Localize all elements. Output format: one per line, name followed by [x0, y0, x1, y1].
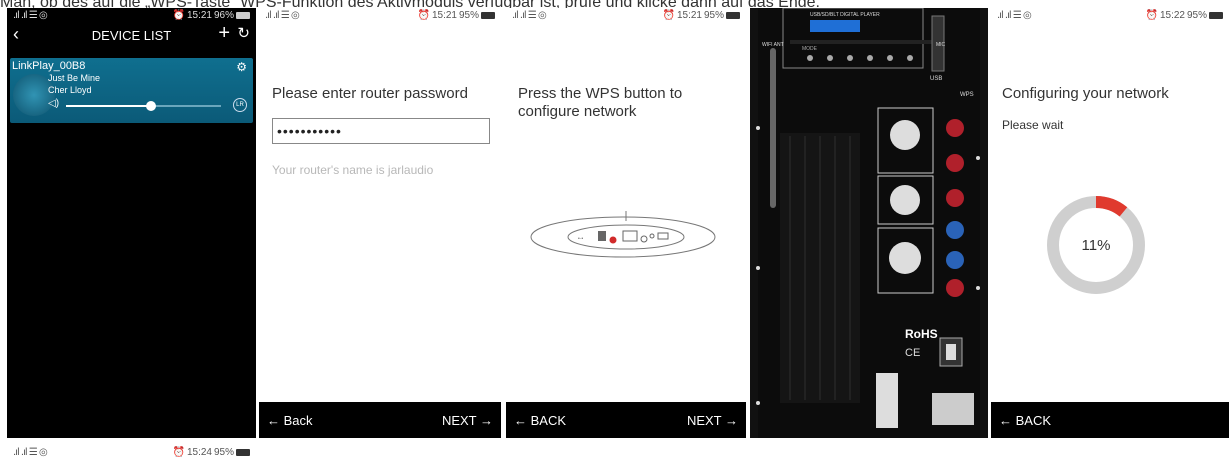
signal-icon: .ıl .ıl ☰ ◎	[13, 446, 48, 458]
mic-label: MIC	[936, 42, 946, 48]
page-title: DEVICE LIST	[91, 27, 172, 43]
signal-icon: .ıl .ıl ☰ ◎	[265, 9, 300, 21]
password-input[interactable]: •••••••••••	[272, 118, 490, 144]
device-card[interactable]: LinkPlay_00B8 ⚙ Just Be Mine Cher Lloyd …	[10, 58, 253, 123]
status-time: 15:21	[186, 9, 212, 21]
player-label: USB/SD/BLT DIGITAL PLAYER	[810, 12, 880, 18]
signal-icon: .ıl .ıl ☰ ◎	[512, 9, 547, 21]
wps-instruction-screen: .ıl .ıl ☰ ◎ ⏰ 15:21 95% Press the WPS bu…	[506, 8, 746, 438]
status-time: 15:22	[1159, 9, 1185, 21]
volume-icon: ◁)	[48, 98, 60, 109]
battery-icon	[481, 11, 495, 19]
amplifier-panel-illustration: RoHS CE USB/SD/BLT DIGITAL PLAYER WIFI A…	[750, 8, 988, 438]
bottom-nav: ← BACK	[991, 402, 1229, 438]
status-bar: .ıl .ıl ☰ ◎ ⏰ 15:21 95%	[259, 8, 501, 22]
battery-icon	[1209, 11, 1223, 19]
volume-fill	[66, 105, 152, 107]
instruction-line-1: Press the WPS button to	[518, 85, 683, 102]
signal-icon: .ıl .ıl ☰ ◎	[13, 9, 48, 21]
back-chevron-icon[interactable]: ‹	[13, 24, 19, 45]
device-name: LinkPlay_00B8	[12, 60, 86, 72]
next-button[interactable]: NEXT →	[442, 413, 493, 428]
mode-label: MODE	[802, 46, 818, 52]
signal-icon: .ıl .ıl ☰ ◎	[997, 9, 1032, 21]
alarm-icon: ⏰	[662, 9, 675, 21]
status-bar: .ıl .ıl ☰ ◎ ⏰ 15:21 95%	[506, 8, 746, 22]
progress-ring: 11%	[1046, 195, 1146, 295]
alarm-icon: ⏰	[417, 9, 430, 21]
status-time: 15:21	[431, 9, 457, 21]
status-bar: .ıl .ıl ☰ ◎ ⏰ 15:21 96%	[7, 8, 256, 22]
bottom-nav: ← Back NEXT →	[259, 402, 501, 438]
svg-text:•·•: •·•	[578, 236, 583, 242]
router-name-hint: Your router's name is jarlaudio	[272, 163, 434, 177]
stage: Man, ob des auf die „WPS-Taste“ WPS-Funk…	[0, 0, 1229, 458]
device-list-header: ‹ DEVICE LIST + ↻	[7, 22, 256, 48]
ce-label: CE	[905, 347, 920, 359]
battery-level: 95%	[1186, 9, 1207, 21]
next-button[interactable]: NEXT →	[687, 413, 738, 428]
battery-level: 95%	[458, 9, 479, 21]
battery-level: 96%	[213, 9, 234, 21]
settings-gear-icon[interactable]: ⚙	[236, 60, 247, 74]
bottom-nav: ← BACK NEXT →	[506, 402, 746, 438]
volume-slider[interactable]	[66, 101, 221, 111]
alarm-icon: ⏰	[172, 9, 185, 21]
back-button[interactable]: ← Back	[267, 413, 313, 428]
rohs-label: RoHS	[905, 327, 938, 341]
status-bar: .ıl .ıl ☰ ◎ ⏰ 15:22 95%	[991, 8, 1229, 22]
add-device-icon[interactable]: +	[218, 22, 230, 45]
refresh-icon[interactable]: ↻	[237, 24, 250, 42]
status-time: 15:24	[186, 446, 212, 458]
wps-label: WPS	[960, 92, 974, 98]
alarm-icon: ⏰	[1145, 9, 1158, 21]
artist-name: Cher Lloyd	[48, 85, 92, 95]
caption-text: Man, ob des auf die „WPS-Taste“ WPS-Funk…	[0, 0, 1229, 8]
battery-level: 95%	[703, 9, 724, 21]
status-time: 15:21	[676, 9, 702, 21]
song-title: Just Be Mine	[48, 73, 101, 83]
usb-label: USB	[930, 76, 942, 82]
router-password-screen: .ıl .ıl ☰ ◎ ⏰ 15:21 95% Please enter rou…	[259, 8, 501, 438]
battery-icon	[236, 448, 250, 456]
configuring-network-screen: .ıl .ıl ☰ ◎ ⏰ 15:22 95% Configuring your…	[991, 8, 1229, 438]
stereo-lr-icon[interactable]: LR	[233, 98, 247, 112]
page-title: Please enter router password	[272, 85, 468, 102]
next-screen-partial: .ıl .ıl ☰ ◎ ⏰ 15:24 95%	[7, 446, 256, 458]
battery-icon	[726, 11, 740, 19]
status-bar: .ıl .ıl ☰ ◎ ⏰ 15:24 95%	[7, 446, 256, 458]
battery-level: 95%	[213, 446, 234, 458]
router-illustration: •·•	[530, 211, 716, 258]
alarm-icon: ⏰	[172, 446, 185, 458]
amplifier-module-photo: RoHS CE USB/SD/BLT DIGITAL PLAYER WIFI A…	[750, 8, 988, 438]
instruction-line-2: configure network	[518, 103, 637, 120]
device-list-screen: .ıl .ıl ☰ ◎ ⏰ 15:21 96% ‹ DEVICE LIST + …	[7, 8, 256, 438]
please-wait-text: Please wait	[1002, 118, 1064, 132]
volume-knob[interactable]	[146, 101, 157, 111]
wifi-ant-label: WIFI ANT	[762, 42, 784, 48]
back-button[interactable]: ← BACK	[514, 413, 566, 428]
back-button[interactable]: ← BACK	[999, 413, 1051, 428]
progress-percent: 11%	[1081, 236, 1111, 254]
page-title: Configuring your network	[1002, 85, 1169, 102]
battery-icon	[236, 11, 250, 19]
